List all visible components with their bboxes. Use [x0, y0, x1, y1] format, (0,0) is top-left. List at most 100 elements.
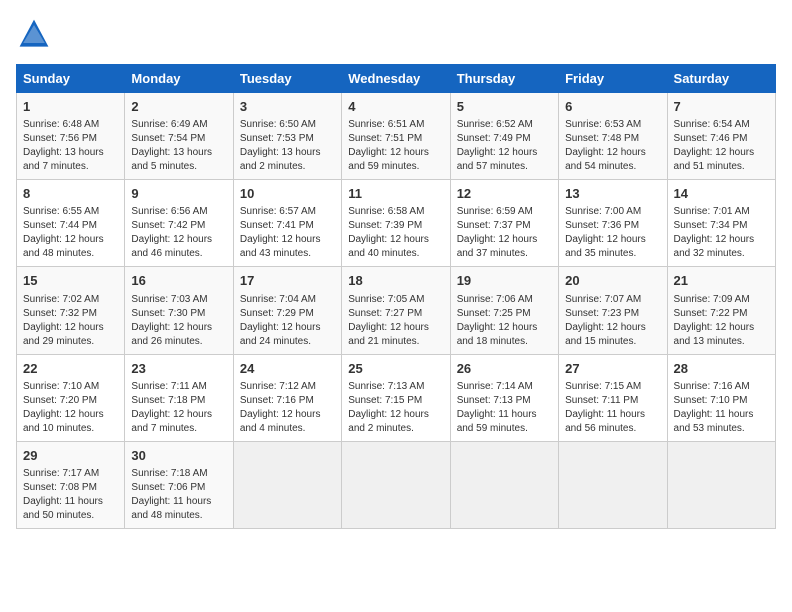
calendar-cell: 5 Sunrise: 6:52 AM Sunset: 7:49 PM Daylig…	[450, 93, 558, 180]
calendar-cell: 22Sunrise: 7:10 AM Sunset: 7:20 PM Dayli…	[17, 354, 125, 441]
calendar-week-row: 15 Sunrise: 7:02 AM Sunset: 7:32 PM Dayli…	[17, 267, 776, 354]
day-info: Sunrise: 6:55 AM Sunset: 7:44 PM Dayligh…	[23, 205, 118, 261]
day-number: 26	[457, 360, 552, 378]
day-number: 27	[565, 360, 660, 378]
day-info: Sunrise: 6:50 AM Sunset: 7:53 PM Dayligh…	[240, 118, 335, 174]
calendar-cell: 23Sunrise: 7:11 AM Sunset: 7:18 PM Dayli…	[125, 354, 233, 441]
day-info: Sunrise: 6:57 AM Sunset: 7:41 PM Dayligh…	[240, 205, 335, 261]
day-number: 13	[565, 185, 660, 203]
day-number: 1	[23, 98, 118, 116]
calendar-cell	[667, 441, 775, 528]
day-info: Sunrise: 6:54 AM Sunset: 7:46 PM Dayligh…	[674, 118, 769, 174]
calendar-week-row: 29 Sunrise: 7:17 AM Sunset: 7:08 PM Dayli…	[17, 441, 776, 528]
day-number: 7	[674, 98, 769, 116]
day-info: Sunrise: 7:07 AM Sunset: 7:23 PM Dayligh…	[565, 293, 660, 349]
day-number: 8	[23, 185, 118, 203]
header-friday: Friday	[559, 65, 667, 93]
day-number: 21	[674, 272, 769, 290]
calendar-cell: 18Sunrise: 7:05 AM Sunset: 7:27 PM Dayli…	[342, 267, 450, 354]
calendar-cell: 28 Sunrise: 7:16 AM Sunset: 7:10 PM Dayli…	[667, 354, 775, 441]
day-number: 2	[131, 98, 226, 116]
day-number: 11	[348, 185, 443, 203]
day-number: 30	[131, 447, 226, 465]
day-info: Sunrise: 7:12 AM Sunset: 7:16 PM Dayligh…	[240, 380, 335, 436]
page-header	[16, 16, 776, 52]
calendar-table: SundayMondayTuesdayWednesdayThursdayFrid…	[16, 64, 776, 529]
calendar-cell	[450, 441, 558, 528]
day-info: Sunrise: 6:59 AM Sunset: 7:37 PM Dayligh…	[457, 205, 552, 261]
header-sunday: Sunday	[17, 65, 125, 93]
calendar-cell: 16 Sunrise: 7:03 AM Sunset: 7:30 PM Dayli…	[125, 267, 233, 354]
day-number: 6	[565, 98, 660, 116]
day-number: 29	[23, 447, 118, 465]
calendar-cell: 20 Sunrise: 7:07 AM Sunset: 7:23 PM Dayli…	[559, 267, 667, 354]
calendar-cell: 3 Sunrise: 6:50 AM Sunset: 7:53 PM Daylig…	[233, 93, 341, 180]
day-info: Sunrise: 7:02 AM Sunset: 7:32 PM Dayligh…	[23, 293, 118, 349]
calendar-cell: 29 Sunrise: 7:17 AM Sunset: 7:08 PM Dayli…	[17, 441, 125, 528]
day-number: 22	[23, 360, 118, 378]
day-info: Sunrise: 7:17 AM Sunset: 7:08 PM Dayligh…	[23, 467, 118, 523]
calendar-cell: 27 Sunrise: 7:15 AM Sunset: 7:11 PM Dayli…	[559, 354, 667, 441]
calendar-cell	[342, 441, 450, 528]
day-info: Sunrise: 6:56 AM Sunset: 7:42 PM Dayligh…	[131, 205, 226, 261]
day-info: Sunrise: 6:51 AM Sunset: 7:51 PM Dayligh…	[348, 118, 443, 174]
day-number: 19	[457, 272, 552, 290]
day-info: Sunrise: 7:15 AM Sunset: 7:11 PM Dayligh…	[565, 380, 660, 436]
calendar-cell: 30 Sunrise: 7:18 AM Sunset: 7:06 PM Dayli…	[125, 441, 233, 528]
day-info: Sunrise: 7:00 AM Sunset: 7:36 PM Dayligh…	[565, 205, 660, 261]
calendar-cell: 7 Sunrise: 6:54 AM Sunset: 7:46 PM Daylig…	[667, 93, 775, 180]
day-number: 28	[674, 360, 769, 378]
calendar-cell: 4 Sunrise: 6:51 AM Sunset: 7:51 PM Daylig…	[342, 93, 450, 180]
day-info: Sunrise: 6:49 AM Sunset: 7:54 PM Dayligh…	[131, 118, 226, 174]
calendar-cell: 24 Sunrise: 7:12 AM Sunset: 7:16 PM Dayli…	[233, 354, 341, 441]
calendar-cell: 21Sunrise: 7:09 AM Sunset: 7:22 PM Dayli…	[667, 267, 775, 354]
day-info: Sunrise: 7:03 AM Sunset: 7:30 PM Dayligh…	[131, 293, 226, 349]
day-number: 15	[23, 272, 118, 290]
day-number: 12	[457, 185, 552, 203]
day-number: 3	[240, 98, 335, 116]
day-number: 4	[348, 98, 443, 116]
calendar-cell: 2 Sunrise: 6:49 AM Sunset: 7:54 PM Daylig…	[125, 93, 233, 180]
day-info: Sunrise: 7:16 AM Sunset: 7:10 PM Dayligh…	[674, 380, 769, 436]
calendar-cell: 9 Sunrise: 6:56 AM Sunset: 7:42 PM Daylig…	[125, 180, 233, 267]
logo	[16, 16, 56, 52]
calendar-cell: 12 Sunrise: 6:59 AM Sunset: 7:37 PM Dayli…	[450, 180, 558, 267]
day-info: Sunrise: 7:05 AM Sunset: 7:27 PM Dayligh…	[348, 293, 443, 349]
calendar-cell: 6 Sunrise: 6:53 AM Sunset: 7:48 PM Daylig…	[559, 93, 667, 180]
day-info: Sunrise: 7:13 AM Sunset: 7:15 PM Dayligh…	[348, 380, 443, 436]
calendar-cell: 26 Sunrise: 7:14 AM Sunset: 7:13 PM Dayli…	[450, 354, 558, 441]
calendar-cell: 11 Sunrise: 6:58 AM Sunset: 7:39 PM Dayli…	[342, 180, 450, 267]
calendar-week-row: 8 Sunrise: 6:55 AM Sunset: 7:44 PM Daylig…	[17, 180, 776, 267]
day-number: 9	[131, 185, 226, 203]
day-info: Sunrise: 7:11 AM Sunset: 7:18 PM Dayligh…	[131, 380, 226, 436]
day-number: 16	[131, 272, 226, 290]
day-info: Sunrise: 7:14 AM Sunset: 7:13 PM Dayligh…	[457, 380, 552, 436]
day-number: 25	[348, 360, 443, 378]
calendar-cell: 13 Sunrise: 7:00 AM Sunset: 7:36 PM Dayli…	[559, 180, 667, 267]
day-info: Sunrise: 7:04 AM Sunset: 7:29 PM Dayligh…	[240, 293, 335, 349]
calendar-cell: 15 Sunrise: 7:02 AM Sunset: 7:32 PM Dayli…	[17, 267, 125, 354]
calendar-cell: 17Sunrise: 7:04 AM Sunset: 7:29 PM Dayli…	[233, 267, 341, 354]
calendar-week-row: 22Sunrise: 7:10 AM Sunset: 7:20 PM Dayli…	[17, 354, 776, 441]
calendar-cell: 1 Sunrise: 6:48 AM Sunset: 7:56 PM Daylig…	[17, 93, 125, 180]
day-info: Sunrise: 6:48 AM Sunset: 7:56 PM Dayligh…	[23, 118, 118, 174]
calendar-cell: 19Sunrise: 7:06 AM Sunset: 7:25 PM Dayli…	[450, 267, 558, 354]
calendar-week-row: 1 Sunrise: 6:48 AM Sunset: 7:56 PM Daylig…	[17, 93, 776, 180]
day-info: Sunrise: 7:18 AM Sunset: 7:06 PM Dayligh…	[131, 467, 226, 523]
header-thursday: Thursday	[450, 65, 558, 93]
day-number: 20	[565, 272, 660, 290]
logo-icon	[16, 16, 52, 52]
header-monday: Monday	[125, 65, 233, 93]
day-info: Sunrise: 6:53 AM Sunset: 7:48 PM Dayligh…	[565, 118, 660, 174]
day-info: Sunrise: 6:52 AM Sunset: 7:49 PM Dayligh…	[457, 118, 552, 174]
calendar-header-row: SundayMondayTuesdayWednesdayThursdayFrid…	[17, 65, 776, 93]
day-number: 14	[674, 185, 769, 203]
calendar-cell	[559, 441, 667, 528]
calendar-cell: 14 Sunrise: 7:01 AM Sunset: 7:34 PM Dayli…	[667, 180, 775, 267]
day-info: Sunrise: 7:01 AM Sunset: 7:34 PM Dayligh…	[674, 205, 769, 261]
header-tuesday: Tuesday	[233, 65, 341, 93]
day-number: 5	[457, 98, 552, 116]
day-info: Sunrise: 6:58 AM Sunset: 7:39 PM Dayligh…	[348, 205, 443, 261]
header-wednesday: Wednesday	[342, 65, 450, 93]
day-number: 24	[240, 360, 335, 378]
